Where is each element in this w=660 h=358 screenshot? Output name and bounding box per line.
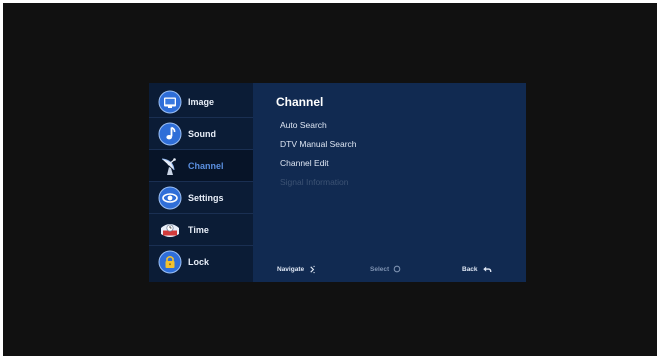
clock-icon	[158, 218, 182, 242]
sidebar-item-label: Time	[188, 224, 209, 235]
sidebar-item-sound[interactable]: Sound	[149, 118, 253, 150]
back-hint: Back	[462, 265, 492, 274]
sidebar-item-settings[interactable]: Settings	[149, 182, 253, 214]
sidebar-item-time[interactable]: Time	[149, 214, 253, 246]
sidebar-item-label: Sound	[188, 128, 216, 139]
image-icon	[158, 90, 182, 114]
panel-title: Channel	[276, 95, 324, 109]
menu-sidebar: Image Sound Channel Settings Time Lock	[149, 83, 253, 282]
navigate-label: Navigate	[277, 266, 305, 273]
menu-item-dtv-manual-search[interactable]: DTV Manual Search	[280, 139, 357, 149]
satellite-dish-icon	[158, 154, 182, 178]
sidebar-item-lock[interactable]: Lock	[149, 246, 253, 278]
back-arrow-icon	[482, 266, 491, 273]
sidebar-item-label: Lock	[188, 257, 210, 267]
sidebar-item-channel[interactable]: Channel	[149, 150, 253, 182]
sidebar-item-label: Channel	[188, 160, 224, 171]
menu-item-auto-search[interactable]: Auto Search	[280, 120, 327, 130]
menu-item-channel-edit[interactable]: Channel Edit	[280, 158, 329, 168]
back-label: Back	[462, 266, 478, 273]
sidebar-item-label: Image	[188, 96, 215, 107]
select-hint: Select	[370, 265, 401, 273]
footer-hints: Navigate Select Back	[253, 265, 526, 279]
sound-icon	[158, 122, 182, 146]
settings-menu: Image Sound Channel Settings Time Lock C…	[149, 83, 526, 282]
select-label: Select	[370, 265, 390, 273]
tv-screen: Image Sound Channel Settings Time Lock C…	[3, 3, 657, 356]
channel-panel: Channel Auto Search DTV Manual Search Ch…	[253, 83, 526, 282]
navigate-arrows-icon	[310, 265, 315, 274]
lock-icon	[158, 250, 182, 274]
sidebar-item-image[interactable]: Image	[149, 86, 253, 118]
navigate-hint: Navigate	[277, 265, 317, 274]
menu-item-signal-information: Signal Information	[280, 177, 349, 187]
ok-button-icon	[393, 265, 401, 273]
sidebar-item-label: Settings	[188, 192, 224, 203]
settings-icon	[158, 186, 182, 210]
